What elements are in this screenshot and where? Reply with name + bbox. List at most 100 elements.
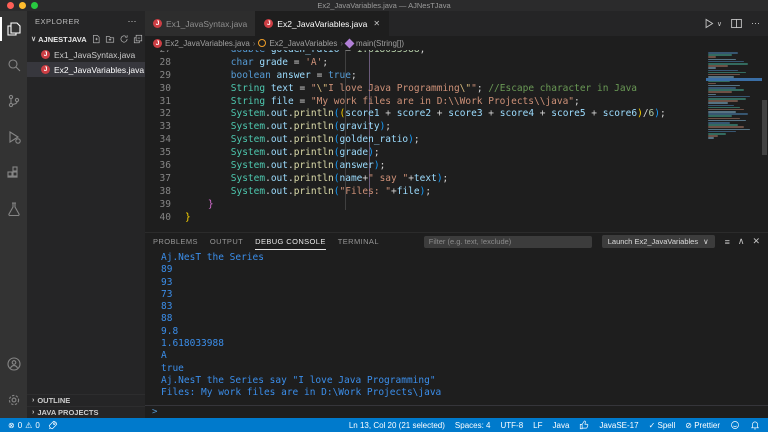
explorer-icon[interactable] (0, 11, 27, 47)
code-line[interactable]: 36 System.out.println(answer); (145, 160, 768, 173)
chevron-down-icon: ∨ (703, 237, 709, 246)
status-item[interactable]: Ln 13, Col 20 (21 selected) (349, 421, 445, 430)
thumbs-up-icon[interactable] (579, 420, 589, 430)
line-number: 33 (145, 121, 185, 134)
code-line[interactable]: 38 System.out.println("Files: "+file); (145, 186, 768, 199)
launch-config-dropdown[interactable]: Launch Ex2_JavaVariables ∨ (602, 235, 715, 248)
status-item[interactable]: ✓ Spell (649, 421, 676, 430)
code-line[interactable]: 30 String text = "\"I love Java Programm… (145, 83, 768, 96)
run-java-icon[interactable] (702, 17, 715, 30)
code-line[interactable]: 31 String file = "My work files are in D… (145, 96, 768, 109)
workspace-folder-row[interactable]: ∨ AJNESTJAVA (27, 31, 145, 47)
code-line[interactable]: 39 } (145, 199, 768, 212)
line-number: 28 (145, 57, 185, 70)
console-lines-icon[interactable]: ≡ (725, 237, 730, 247)
breadcrumb-item[interactable]: JEx2_JavaVariables.java (153, 39, 250, 48)
close-tab-icon[interactable]: ✕ (373, 19, 380, 28)
maximize-panel-icon[interactable]: ∧ (738, 236, 745, 247)
debug-console-output[interactable]: Aj.NesT the Series89937383889.81.6180339… (145, 250, 768, 405)
error-icon: ⊗ (8, 421, 15, 430)
code-text: System.out.println((score1 + score2 + sc… (185, 108, 666, 121)
error-count: 0 (18, 421, 22, 430)
breadcrumb-label: main(String[]) (356, 39, 404, 48)
console-output-line: 73 (161, 289, 768, 301)
editor-tab-bar: JEx1_JavaSyntax.javaJEx2_JavaVariables.j… (145, 11, 768, 36)
file-tree-item[interactable]: JEx2_JavaVariables.java (27, 62, 145, 77)
status-item[interactable]: JavaSE-17 (599, 421, 638, 430)
account-icon[interactable] (0, 346, 27, 382)
feedback-icon[interactable] (730, 420, 740, 430)
collapse-all-icon[interactable] (133, 34, 143, 44)
editor-tab[interactable]: JEx2_JavaVariables.java✕ (256, 11, 389, 36)
code-line[interactable]: 27 double golden_ratio = 1.618033988; (145, 50, 768, 57)
title-bar: Ex2_JavaVariables.java — AJNesTJava (0, 0, 768, 11)
extensions-icon[interactable] (0, 155, 27, 191)
debug-console-input[interactable]: > (145, 405, 768, 418)
line-number: 29 (145, 70, 185, 83)
java-projects-label: JAVA PROJECTS (37, 408, 98, 417)
code-line[interactable]: 35 System.out.println(grade); (145, 147, 768, 160)
settings-gear-icon[interactable] (0, 382, 27, 418)
console-output-line: 88 (161, 313, 768, 325)
code-line[interactable]: 33 System.out.println(gravity); (145, 121, 768, 134)
editor-more-actions-icon[interactable]: ⋯ (751, 18, 760, 29)
code-editor[interactable]: 27 double golden_ratio = 1.618033988;28 … (145, 50, 768, 232)
line-number: 39 (145, 199, 185, 212)
source-control-icon[interactable] (0, 83, 27, 119)
outline-section[interactable]: › OUTLINE (27, 394, 145, 406)
search-icon[interactable] (0, 47, 27, 83)
outline-label: OUTLINE (37, 396, 70, 405)
breadcrumb-label: Ex2_JavaVariables.java (165, 39, 250, 48)
java-file-icon: J (153, 39, 162, 48)
code-text: System.out.println(golden_ratio); (185, 134, 420, 147)
console-output-line: 89 (161, 264, 768, 276)
java-projects-section[interactable]: › JAVA PROJECTS (27, 406, 145, 418)
editor-tab[interactable]: JEx1_JavaSyntax.java (145, 11, 256, 36)
panel-tab-debug-console[interactable]: DEBUG CONSOLE (255, 233, 326, 250)
testing-icon[interactable] (0, 191, 27, 227)
console-filter-input[interactable] (424, 236, 592, 248)
console-output-line: Aj.NesT the Series say "I love Java Prog… (161, 375, 768, 387)
problems-status[interactable]: ⊗ 0 ⚠ 0 (8, 421, 40, 430)
code-line[interactable]: 29 boolean answer = true; (145, 70, 768, 83)
split-editor-icon[interactable] (730, 17, 743, 30)
run-debug-icon[interactable] (0, 119, 27, 155)
editor-scrollbar[interactable] (762, 100, 767, 155)
console-output-line: 83 (161, 301, 768, 313)
breadcrumb-item[interactable]: Ex2_JavaVariables (258, 39, 337, 48)
line-number: 37 (145, 173, 185, 186)
panel-tab-terminal[interactable]: TERMINAL (338, 233, 379, 250)
close-panel-icon[interactable]: ✕ (752, 236, 760, 247)
bottom-panel: PROBLEMS OUTPUT DEBUG CONSOLE TERMINAL Laun… (145, 232, 768, 418)
run-options-chevron-icon[interactable]: ∨ (717, 20, 722, 28)
panel-tab-output[interactable]: OUTPUT (210, 233, 243, 250)
code-text: char grade = 'A'; (185, 57, 328, 70)
status-item[interactable]: UTF-8 (501, 421, 524, 430)
code-line[interactable]: 28 char grade = 'A'; (145, 57, 768, 70)
status-item[interactable]: ⊘ Prettier (685, 421, 720, 430)
explorer-more-icon[interactable]: ⋯ (128, 16, 138, 27)
new-folder-icon[interactable] (105, 34, 115, 44)
code-text: boolean answer = true; (185, 70, 357, 83)
code-line[interactable]: 34 System.out.println(golden_ratio); (145, 134, 768, 147)
code-line[interactable]: 37 System.out.println(name+" say "+text)… (145, 173, 768, 186)
status-item[interactable]: Spaces: 4 (455, 421, 491, 430)
console-output-line: A (161, 350, 768, 362)
code-line[interactable]: 40} (145, 212, 768, 225)
line-number: 31 (145, 96, 185, 109)
breadcrumb: JEx2_JavaVariables.java›Ex2_JavaVariable… (145, 36, 768, 50)
file-tree-item[interactable]: JEx1_JavaSyntax.java (27, 47, 145, 62)
minimap[interactable] (708, 52, 760, 140)
bell-icon[interactable] (750, 420, 760, 430)
code-line[interactable]: 32 System.out.println((score1 + score2 +… (145, 108, 768, 121)
line-number: 35 (145, 147, 185, 160)
new-file-icon[interactable] (91, 34, 101, 44)
panel-tab-problems[interactable]: PROBLEMS (153, 233, 198, 250)
rocket-icon[interactable] (48, 420, 58, 430)
status-item[interactable]: Java (553, 421, 570, 430)
breadcrumb-item[interactable]: main(String[]) (346, 39, 404, 48)
code-text: System.out.println(name+" say "+text); (185, 173, 448, 186)
status-bar: ⊗ 0 ⚠ 0 Ln 13, Col 20 (21 selected) Space… (0, 418, 768, 432)
refresh-icon[interactable] (119, 34, 129, 44)
status-item[interactable]: LF (533, 421, 542, 430)
